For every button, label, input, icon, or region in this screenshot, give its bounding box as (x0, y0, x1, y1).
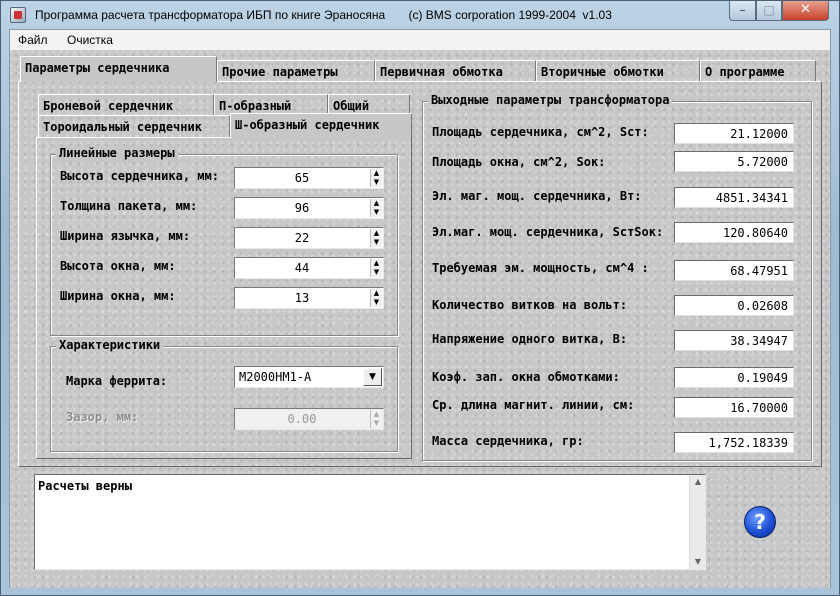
spinner-arrows-icon[interactable]: ▲ ▼ (370, 169, 382, 187)
tab-armored-core[interactable]: Броневой сердечник (38, 94, 214, 116)
gap-spinner[interactable]: 0.00 ▲ ▼ (234, 408, 384, 430)
tab-about[interactable]: О программе (700, 60, 816, 82)
menu-file[interactable]: Файл (18, 33, 48, 47)
tab-secondary-windings[interactable]: Вторичные обмотки (536, 60, 700, 82)
tab-other-params[interactable]: Прочие параметры (217, 60, 375, 82)
core-height-spinner[interactable]: 65 ▲ ▼ (234, 167, 384, 189)
tab-e-core[interactable]: Ш-образный сердечник (230, 113, 412, 138)
core-mass-output[interactable]: 1,752.18339 (674, 432, 794, 453)
client-area: Файл Очистка Параметры сердечника Прочие… (9, 29, 831, 588)
em-power-product-output[interactable]: 120.80640 (674, 222, 794, 243)
output-label: Коэф. зап. окна обмотками: (432, 370, 620, 384)
spinner-arrows-icon[interactable]: ▲ ▼ (370, 259, 382, 277)
output-label: Требуемая эм. мощность, см^4 : (432, 261, 649, 275)
status-memo[interactable]: Расчеты верны ▲ ▼ (34, 474, 706, 570)
tongue-width-spinner[interactable]: 22 ▲ ▼ (234, 227, 384, 249)
magnetic-path-length-output[interactable]: 16.70000 (674, 397, 794, 418)
spinner-arrows-icon[interactable]: ▲ ▼ (370, 229, 382, 247)
core-height-value[interactable]: 65 (235, 171, 369, 185)
output-label: Ср. длина магнит. линии, см: (432, 398, 635, 412)
window-width-spinner[interactable]: 13 ▲ ▼ (234, 287, 384, 309)
tab-primary-winding[interactable]: Первичная обмотка (375, 60, 536, 82)
turns-per-volt-output[interactable]: 0.02608 (674, 295, 794, 316)
voltage-per-turn-output[interactable]: 38.34947 (674, 330, 794, 351)
help-button[interactable]: ? (744, 506, 776, 538)
menu-clear[interactable]: Очистка (67, 33, 113, 47)
window-width-label: Ширина окна, мм: (60, 289, 176, 303)
memo-scrollbar[interactable]: ▲ ▼ (689, 475, 705, 569)
scroll-down-icon[interactable]: ▼ (690, 555, 706, 569)
tongue-width-label: Ширина язычка, мм: (60, 229, 191, 243)
window-height-spinner[interactable]: 44 ▲ ▼ (234, 257, 384, 279)
ferrite-grade-label: Марка феррита: (66, 374, 168, 388)
window-height-label: Высота окна, мм: (60, 259, 176, 273)
ferrite-grade-value[interactable]: М2000НМ1-А (239, 370, 311, 384)
characteristics-group (50, 346, 398, 452)
window-fill-factor-output[interactable]: 0.19049 (674, 367, 794, 388)
status-text: Расчеты верны (38, 479, 132, 493)
core-area-output[interactable]: 21.12000 (674, 123, 794, 144)
ferrite-grade-select[interactable]: М2000НМ1-А ▼ (234, 366, 384, 388)
window-title: Программа расчета трансформатора ИБП по … (35, 8, 612, 22)
output-label: Напряжение одного витка, В: (432, 332, 628, 346)
stack-thickness-value[interactable]: 96 (235, 201, 369, 215)
gap-value[interactable]: 0.00 (235, 412, 369, 426)
tab-core-params[interactable]: Параметры сердечника (20, 56, 217, 82)
em-power-w-output[interactable]: 4851.34341 (674, 187, 794, 208)
maximize-button[interactable]: □ (756, 1, 782, 21)
menu-bar: Файл Очистка (10, 30, 830, 50)
window-area-output[interactable]: 5.72000 (674, 151, 794, 172)
title-bar[interactable]: Программа расчета трансформатора ИБП по … (1, 1, 839, 29)
spinner-arrows-icon[interactable]: ▲ ▼ (370, 289, 382, 307)
scroll-up-icon[interactable]: ▲ (690, 475, 706, 489)
output-label: Площадь сердечника, см^2, Sст: (432, 125, 649, 139)
close-button[interactable]: ✕ (782, 1, 829, 21)
output-label: Площадь окна, см^2, Sок: (432, 155, 606, 169)
tab-toroidal-core[interactable]: Тороидальный сердечник (38, 115, 230, 137)
required-em-power-output[interactable]: 68.47951 (674, 260, 794, 281)
core-height-label: Высота сердечника, мм: (60, 169, 219, 183)
window-width-value[interactable]: 13 (235, 291, 369, 305)
output-params-title: Выходные параметры трансформатора (428, 93, 673, 107)
gap-label: Зазор, мм: (66, 410, 139, 424)
output-label: Масса сердечника, гр: (432, 434, 584, 448)
app-icon[interactable] (10, 7, 26, 23)
stack-thickness-spinner[interactable]: 96 ▲ ▼ (234, 197, 384, 219)
stack-thickness-label: Толщина пакета, мм: (60, 199, 198, 213)
output-label: Эл.маг. мощ. сердечника, SстSок: (432, 225, 664, 239)
characteristics-title: Характеристики (56, 338, 164, 352)
spinner-arrows-icon[interactable]: ▲ ▼ (370, 410, 382, 428)
window-height-value[interactable]: 44 (235, 261, 369, 275)
output-label: Эл. маг. мощ. сердечника, Вт: (432, 189, 642, 203)
app-window: Программа расчета трансформатора ИБП по … (0, 0, 840, 596)
spinner-arrows-icon[interactable]: ▲ ▼ (370, 199, 382, 217)
minimize-button[interactable]: – (729, 1, 756, 21)
output-label: Количество витков на вольт: (432, 298, 628, 312)
chevron-down-icon[interactable]: ▼ (363, 368, 382, 386)
tongue-width-value[interactable]: 22 (235, 231, 369, 245)
main-form: Параметры сердечника Прочие параметры Пе… (10, 50, 830, 588)
linear-dimensions-title: Линейные размеры (56, 146, 178, 160)
